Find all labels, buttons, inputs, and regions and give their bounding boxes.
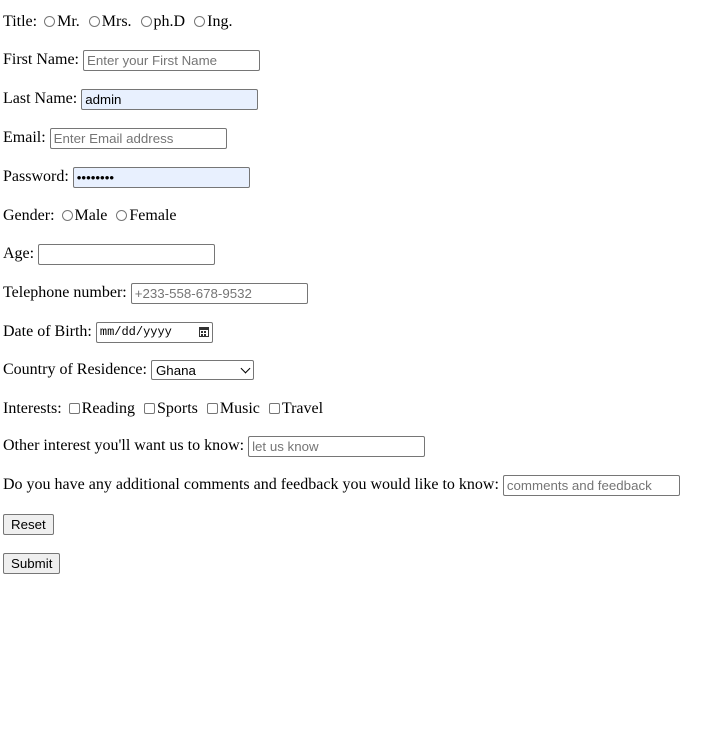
comments-label: Do you have any additional comments and …: [3, 476, 499, 493]
country-select[interactable]: Ghana: [150, 360, 254, 380]
title-label: Title:: [3, 13, 38, 30]
chevron-down-icon: [240, 363, 251, 373]
interests-row: Interests: Reading Sports Music Travel: [3, 398, 329, 420]
age-row: Age:: [3, 243, 216, 265]
dob-label: Date of Birth:: [3, 323, 92, 340]
calendar-icon[interactable]: [198, 327, 209, 337]
other-interest-label: Other interest you'll want us to know:: [3, 437, 245, 454]
title-radio-phd[interactable]: [140, 15, 152, 27]
interest-option-music: Music: [219, 400, 260, 417]
country-selected-value: Ghana: [155, 362, 196, 378]
dob-row: Date of Birth: mm/dd/yyyy: [3, 321, 213, 343]
last-name-label: Last Name:: [3, 90, 78, 107]
telephone-row: Telephone number:: [3, 282, 308, 304]
last-name-input[interactable]: [81, 88, 259, 110]
interest-option-travel: Travel: [281, 400, 324, 417]
interest-checkbox-sports[interactable]: [143, 402, 155, 414]
gender-row: Gender: Male Female: [3, 205, 183, 227]
password-input[interactable]: [72, 166, 250, 188]
dob-placeholder: mm/dd/yyyy: [99, 325, 172, 339]
comments-row: Do you have any additional comments and …: [3, 474, 680, 496]
interest-checkbox-travel[interactable]: [268, 402, 280, 414]
dob-input[interactable]: mm/dd/yyyy: [95, 321, 213, 343]
interest-checkbox-music[interactable]: [206, 402, 218, 414]
title-row: Title: Mr. Mrs. ph.D Ing.: [3, 11, 238, 33]
password-row: Password:: [3, 166, 250, 188]
telephone-input[interactable]: [130, 282, 308, 304]
title-option-mr: Mr.: [57, 13, 80, 30]
first-name-input[interactable]: [83, 49, 260, 71]
age-label: Age:: [3, 245, 35, 262]
other-interest-input[interactable]: [248, 435, 426, 457]
email-input[interactable]: [49, 127, 227, 149]
title-option-phd: ph.D: [153, 13, 186, 30]
first-name-label: First Name:: [3, 51, 79, 68]
age-input[interactable]: [38, 243, 216, 265]
email-row: Email:: [3, 127, 227, 149]
title-option-mrs: Mrs.: [101, 13, 132, 30]
email-label: Email:: [3, 129, 46, 146]
last-name-row: Last Name:: [3, 88, 259, 110]
country-row: Country of Residence: Ghana: [3, 359, 254, 381]
title-radio-mr[interactable]: [44, 15, 56, 27]
other-interest-row: Other interest you'll want us to know:: [3, 435, 426, 457]
title-radio-mrs[interactable]: [88, 15, 100, 27]
telephone-label: Telephone number:: [3, 284, 127, 301]
interests-label: Interests:: [3, 400, 62, 417]
submit-button[interactable]: Submit: [3, 553, 61, 574]
gender-option-male: Male: [74, 207, 108, 224]
gender-option-female: Female: [129, 207, 177, 224]
interest-checkbox-reading[interactable]: [68, 402, 80, 414]
gender-radio-male[interactable]: [61, 209, 73, 221]
comments-input[interactable]: [502, 474, 680, 496]
interest-option-sports: Sports: [156, 400, 198, 417]
password-label: Password:: [3, 168, 69, 185]
reset-button[interactable]: Reset: [3, 514, 54, 535]
country-label: Country of Residence:: [3, 361, 147, 378]
title-radio-ing[interactable]: [194, 15, 206, 27]
interest-option-reading: Reading: [81, 400, 135, 417]
gender-label: Gender:: [3, 207, 55, 224]
first-name-row: First Name:: [3, 49, 260, 71]
gender-radio-female[interactable]: [116, 209, 128, 221]
title-option-ing: Ing.: [207, 13, 233, 30]
